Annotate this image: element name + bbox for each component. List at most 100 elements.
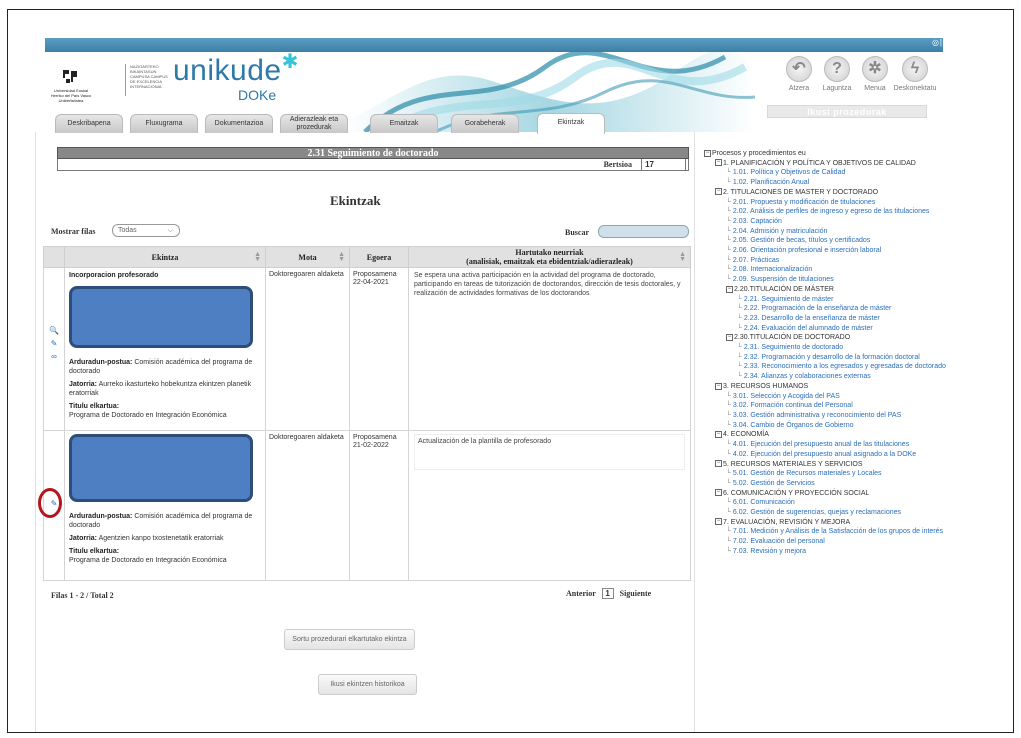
- tree-node[interactable]: −1. PLANIFICACIÓN Y POLÍTICA Y OBJETIVOS…: [704, 159, 1004, 169]
- column-header-egoera[interactable]: Egoera▲: [349, 246, 417, 268]
- deskonektatu-button[interactable]: ϟ Deskonektatu: [891, 56, 939, 92]
- tree-node[interactable]: └ 5.02. Gestión de Servicios: [704, 479, 1004, 489]
- tree-node[interactable]: −5. RECURSOS MATERIALES Y SERVICIOS: [704, 460, 1004, 470]
- tree-link[interactable]: 1.01. Política y Objetivos de Calidad: [733, 169, 845, 176]
- tree-node[interactable]: └ 3.04. Cambio de Órganos de Gobierno: [704, 421, 1004, 431]
- edit-pencil-icon[interactable]: ✎: [49, 339, 59, 349]
- collapse-toggle-icon[interactable]: −: [715, 518, 722, 526]
- column-header-mota[interactable]: Mota ▲ ▼: [265, 246, 350, 268]
- tree-link[interactable]: 2.03. Captación: [733, 218, 782, 225]
- tree-link[interactable]: 2.32. Programación y desarrollo de la fo…: [744, 354, 920, 361]
- tree-node[interactable]: └ 6.02. Gestión de sugerencias, quejas y…: [704, 508, 1004, 518]
- link-icon[interactable]: ∞: [49, 352, 59, 362]
- tree-node[interactable]: └ 2.33. Reconocimiento a los egresados y…: [704, 362, 1004, 372]
- tree-link[interactable]: 2.24. Evaluación del alumnado de máster: [744, 325, 873, 332]
- tree-link[interactable]: 7.01. Medición y Análisis de la Satisfac…: [733, 528, 943, 535]
- ikusi-prozedurak-button[interactable]: Ikusi prozedurak: [767, 105, 927, 118]
- tree-link[interactable]: 7.03. Revisión y mejora: [733, 548, 806, 555]
- tree-link[interactable]: 1.02. Planificación Anual: [733, 179, 809, 186]
- tree-link[interactable]: 3.03. Gestión administrativa y reconocim…: [733, 412, 901, 419]
- tree-node[interactable]: └ 1.01. Política y Objetivos de Calidad: [704, 168, 1004, 178]
- tree-link[interactable]: 7.02. Evaluación del personal: [733, 538, 825, 545]
- tree-node[interactable]: −6. COMUNICACIÓN Y PROYECCIÓN SOCIAL: [704, 489, 1004, 499]
- collapse-toggle-icon[interactable]: −: [704, 149, 711, 157]
- tree-node[interactable]: └ 4.01. Ejecución del presupuesto anual …: [704, 440, 1004, 450]
- tree-link[interactable]: 5.02. Gestión de Servicios: [733, 480, 815, 487]
- tree-link[interactable]: 2.34. Alianzas y colaboraciones externas: [744, 373, 871, 380]
- tree-link[interactable]: 2.01. Propuesta y modificación de titula…: [733, 199, 875, 206]
- tree-link[interactable]: 2.21. Seguimiento de máster: [744, 296, 834, 303]
- tree-node[interactable]: └ 2.01. Propuesta y modificación de titu…: [704, 198, 1004, 208]
- tree-node[interactable]: └ 2.21. Seguimiento de máster: [704, 295, 1004, 305]
- tree-link[interactable]: 3.04. Cambio de Órganos de Gobierno: [733, 422, 854, 429]
- tree-link[interactable]: 2.02. Análisis de perfiles de ingreso y …: [733, 208, 930, 215]
- tree-link[interactable]: 2.23. Desarrollo de la enseñanza de mást…: [744, 315, 880, 322]
- tree-node[interactable]: └ 2.24. Evaluación del alumnado de máste…: [704, 324, 1004, 334]
- tab-adierazleak-eta-prozedurak[interactable]: Adierazleak eta prozedurak: [280, 114, 348, 133]
- tree-link[interactable]: 2.22. Programación de la enseñanza de má…: [744, 305, 891, 312]
- collapse-toggle-icon[interactable]: −: [715, 460, 722, 468]
- tab-fluxugrama[interactable]: Fluxugrama: [130, 114, 198, 133]
- tree-node[interactable]: └ 2.22. Programación de la enseñanza de …: [704, 304, 1004, 314]
- tree-link[interactable]: 2.05. Gestión de becas, títulos y certif…: [733, 237, 870, 244]
- tree-node[interactable]: └ 7.02. Evaluación del personal: [704, 537, 1004, 547]
- tree-link[interactable]: 3.02. Formación continua del Personal: [733, 402, 853, 409]
- tree-link[interactable]: 2.09. Suspensión de titulaciones: [733, 276, 834, 283]
- tree-link[interactable]: 4.02. Ejecución del presupuesto anual as…: [733, 451, 916, 458]
- tree-link[interactable]: 6.02. Gestión de sugerencias, quejas y r…: [733, 509, 901, 516]
- tree-link[interactable]: 4.01. Ejecución del presupuesto anual de…: [733, 441, 909, 448]
- tree-link[interactable]: 3.01. Selección y Acogida del PAS: [733, 393, 840, 400]
- tree-node[interactable]: └ 2.07. Prácticas: [704, 256, 1004, 266]
- tab-ekintzak[interactable]: Ekintzak: [537, 113, 605, 134]
- tree-node[interactable]: −3. RECURSOS HUMANOS: [704, 382, 1004, 392]
- collapse-toggle-icon[interactable]: −: [715, 159, 722, 167]
- tree-node[interactable]: └ 2.02. Análisis de perfiles de ingreso …: [704, 207, 1004, 217]
- tree-node[interactable]: └ 2.06. Orientación profesional e inserc…: [704, 246, 1004, 256]
- collapse-toggle-icon[interactable]: −: [715, 431, 722, 439]
- tree-node[interactable]: └ 2.05. Gestión de becas, títulos y cert…: [704, 236, 1004, 246]
- tab-gorabeherak[interactable]: Gorabeherak: [451, 114, 519, 133]
- tree-node[interactable]: − Procesos y procedimientos eu: [704, 149, 1004, 159]
- tree-node[interactable]: −2.20.TITULACIÓN DE MÁSTER: [704, 285, 1004, 295]
- tree-node[interactable]: └ 2.31. Seguimiento de doctorado: [704, 343, 1004, 353]
- top-bar-icons[interactable]: ◎|◎: [932, 38, 951, 47]
- tree-node[interactable]: └ 2.23. Desarrollo de la enseñanza de má…: [704, 314, 1004, 324]
- tree-node[interactable]: −7. EVALUACIÓN, REVISIÓN Y MEJORA: [704, 518, 1004, 528]
- sortu-ekintza-button[interactable]: Sortu prozedurari elkartutako ekintza: [284, 629, 415, 650]
- tree-node[interactable]: └ 3.03. Gestión administrativa y reconoc…: [704, 411, 1004, 421]
- tree-node[interactable]: └ 5.01. Gestión de Recursos materiales y…: [704, 469, 1004, 479]
- tree-link[interactable]: 2.31. Seguimiento de doctorado: [744, 344, 843, 351]
- column-header-ekintza[interactable]: Ekintza ▲ ▼: [64, 246, 266, 268]
- tree-node[interactable]: └ 7.03. Revisión y mejora: [704, 547, 1004, 557]
- tab-deskribapena[interactable]: Deskribapena: [55, 114, 123, 133]
- tab-dokumentazioa[interactable]: Dokumentazioa: [205, 114, 273, 133]
- tree-link[interactable]: 2.06. Orientación profesional e inserció…: [733, 247, 881, 254]
- mostrar-filas-select[interactable]: Todas ⌵: [112, 224, 180, 237]
- search-input[interactable]: [598, 225, 689, 238]
- tree-link[interactable]: 2.33. Reconocimiento a los egresados y e…: [744, 363, 946, 370]
- tree-node[interactable]: └ 1.02. Planificación Anual: [704, 178, 1004, 188]
- tree-node[interactable]: └ 2.03. Captación: [704, 217, 1004, 227]
- collapse-toggle-icon[interactable]: −: [715, 188, 722, 196]
- page-number[interactable]: 1: [601, 588, 614, 599]
- collapse-toggle-icon[interactable]: −: [726, 334, 733, 342]
- tree-link[interactable]: 2.08. Internacionalización: [733, 266, 812, 273]
- tree-node[interactable]: └ 2.04. Admisión y matriculación: [704, 227, 1004, 237]
- tree-node[interactable]: └ 4.02. Ejecución del presupuesto anual …: [704, 450, 1004, 460]
- tree-link[interactable]: 2.07. Prácticas: [733, 257, 779, 264]
- anterior-link[interactable]: Anterior: [566, 589, 596, 598]
- tree-node[interactable]: └ 2.32. Programación y desarrollo de la …: [704, 353, 1004, 363]
- column-header-neurriak[interactable]: Hartutako neurriak (analisiak, emaitzak e…: [408, 246, 691, 268]
- tree-node[interactable]: └ 6.01. Comunicación: [704, 498, 1004, 508]
- tree-node[interactable]: └ 2.08. Internacionalización: [704, 265, 1004, 275]
- tree-node[interactable]: └ 3.02. Formación continua del Personal: [704, 401, 1004, 411]
- tab-emaitzak[interactable]: Emaitzak: [370, 114, 438, 133]
- collapse-toggle-icon[interactable]: −: [715, 489, 722, 497]
- collapse-toggle-icon[interactable]: −: [726, 285, 733, 293]
- collapse-toggle-icon[interactable]: −: [715, 382, 722, 390]
- tree-node[interactable]: └ 2.09. Suspensión de titulaciones: [704, 275, 1004, 285]
- tree-link[interactable]: 6.01. Comunicación: [733, 499, 795, 506]
- tree-link[interactable]: 5.01. Gestión de Recursos materiales y L…: [733, 470, 882, 477]
- siguiente-link[interactable]: Siguiente: [620, 589, 652, 598]
- tree-node[interactable]: └ 7.01. Medición y Análisis de la Satisf…: [704, 527, 1004, 537]
